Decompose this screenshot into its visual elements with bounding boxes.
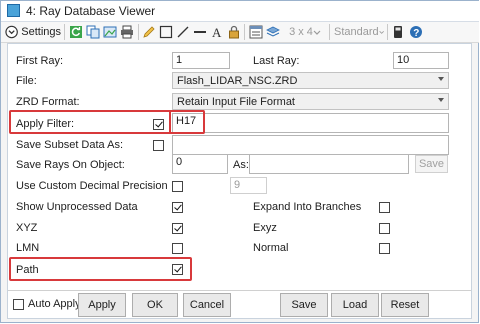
save-button[interactable]: Save xyxy=(280,293,328,317)
expand-branches-checkbox[interactable] xyxy=(379,202,390,213)
ok-button[interactable]: OK xyxy=(132,293,178,317)
lmn-checkbox[interactable] xyxy=(172,243,183,254)
apply-filter-input[interactable]: H17 xyxy=(172,113,449,133)
normal-checkbox[interactable] xyxy=(379,243,390,254)
toolbar: Settings A 3 x 4 Standard ? xyxy=(1,22,479,43)
filter-value-highlight xyxy=(167,110,205,134)
printer-icon xyxy=(121,25,133,39)
diagonal-line-icon xyxy=(177,26,189,38)
pencil-icon xyxy=(143,26,155,38)
load-button[interactable]: Load xyxy=(331,293,379,317)
device-button[interactable] xyxy=(391,25,405,39)
auto-apply-label: Auto Apply xyxy=(28,298,81,310)
refresh-button[interactable] xyxy=(69,25,83,39)
window-settings-icon xyxy=(249,25,263,39)
show-unprocessed-label: Show Unprocessed Data xyxy=(16,201,138,213)
custom-precision-input[interactable]: 9 xyxy=(230,177,267,194)
auto-apply-checkbox[interactable] xyxy=(13,299,24,310)
toolbar-divider xyxy=(138,24,139,40)
first-ray-input[interactable]: 1 xyxy=(172,52,230,69)
chevron-down-circle-icon xyxy=(5,25,18,39)
ray-database-viewer-window: 4: Ray Database Viewer Settings A 3 x 4 … xyxy=(0,0,479,323)
save-rays-as-input[interactable] xyxy=(249,154,409,174)
style-dropdown[interactable]: Standard xyxy=(334,25,384,39)
zrd-format-label: ZRD Format: xyxy=(16,96,80,108)
help-icon: ? xyxy=(410,26,422,39)
lmn-label: LMN xyxy=(16,242,40,254)
chevron-down-icon xyxy=(379,31,384,34)
save-rays-input[interactable]: 0 xyxy=(172,154,228,174)
layers-icon xyxy=(266,26,280,37)
exyz-checkbox[interactable] xyxy=(379,223,390,234)
style-label: Standard xyxy=(334,26,379,38)
path-highlight xyxy=(9,257,192,281)
file-dropdown[interactable]: Flash_LIDAR_NSC.ZRD xyxy=(172,72,449,89)
calculator-icon xyxy=(394,26,402,38)
show-unprocessed-checkbox[interactable] xyxy=(172,202,183,213)
xyz-label: XYZ xyxy=(16,222,38,234)
last-ray-label: Last Ray: xyxy=(253,55,300,67)
zrd-format-value: Retain Input File Format xyxy=(177,96,295,108)
save-subset-label: Save Subset Data As: xyxy=(16,139,124,151)
expand-branches-label: Expand Into Branches xyxy=(253,201,362,213)
copy-button[interactable] xyxy=(86,25,100,39)
cancel-button[interactable]: Cancel xyxy=(183,293,231,317)
pencil-tool[interactable] xyxy=(142,25,156,39)
rectangle-tool[interactable] xyxy=(159,25,173,39)
normal-label: Normal xyxy=(253,242,289,254)
toolbar-divider xyxy=(244,24,245,40)
title-bar: 4: Ray Database Viewer xyxy=(1,1,479,22)
chevron-down-icon xyxy=(438,77,444,81)
toolbar-divider xyxy=(387,24,388,40)
file-label: File: xyxy=(16,75,37,87)
save-subset-input[interactable] xyxy=(172,135,449,155)
layout-label: 3 x 4 xyxy=(289,26,313,38)
custom-precision-checkbox[interactable] xyxy=(172,181,183,192)
refresh-icon xyxy=(70,26,82,38)
layers-button[interactable] xyxy=(266,25,280,39)
as-label: As: xyxy=(233,159,249,171)
app-icon xyxy=(7,4,20,17)
footer-divider xyxy=(8,290,471,291)
svg-text:?: ? xyxy=(413,28,419,39)
layout-dropdown[interactable]: 3 x 4 xyxy=(284,25,326,39)
svg-text:A: A xyxy=(212,25,222,39)
lock-icon xyxy=(229,25,239,39)
apply-filter-highlight xyxy=(9,110,171,134)
lock-button[interactable] xyxy=(227,25,241,39)
first-ray-label: First Ray: xyxy=(16,55,64,67)
horizontal-line-icon xyxy=(194,31,206,33)
last-ray-input[interactable]: 10 xyxy=(393,52,449,69)
save-rays-button[interactable]: Save xyxy=(415,155,448,173)
chevron-down-icon xyxy=(313,30,321,35)
zrd-format-dropdown[interactable]: Retain Input File Format xyxy=(172,93,449,110)
reset-button[interactable]: Reset xyxy=(381,293,429,317)
apply-button[interactable]: Apply xyxy=(78,293,126,317)
settings-button[interactable]: Settings xyxy=(5,25,61,39)
file-value: Flash_LIDAR_NSC.ZRD xyxy=(177,75,298,87)
print-button[interactable] xyxy=(120,25,134,39)
toolbar-divider xyxy=(329,24,330,40)
text-tool[interactable]: A xyxy=(210,25,224,39)
window-settings-button[interactable] xyxy=(249,25,263,39)
xyz-checkbox[interactable] xyxy=(172,223,183,234)
settings-label: Settings xyxy=(21,26,61,38)
line-tool[interactable] xyxy=(176,25,190,39)
custom-precision-label: Use Custom Decimal Precision xyxy=(16,180,168,192)
export-button[interactable] xyxy=(103,25,117,39)
text-a-icon: A xyxy=(212,25,222,39)
settings-panel: First Ray: 1 Last Ray: 10 File: Flash_LI… xyxy=(7,43,472,319)
copy-icon xyxy=(86,25,100,39)
window-title: 4: Ray Database Viewer xyxy=(26,4,156,18)
chevron-down-icon xyxy=(438,98,444,102)
rectangle-icon xyxy=(159,25,173,39)
export-image-icon xyxy=(103,26,117,38)
toolbar-divider xyxy=(64,24,65,40)
save-rays-label: Save Rays On Object: xyxy=(16,159,125,171)
horizontal-line-tool[interactable] xyxy=(193,25,207,39)
save-subset-checkbox[interactable] xyxy=(153,140,164,151)
exyz-label: Exyz xyxy=(253,222,277,234)
help-button[interactable]: ? xyxy=(409,25,423,39)
